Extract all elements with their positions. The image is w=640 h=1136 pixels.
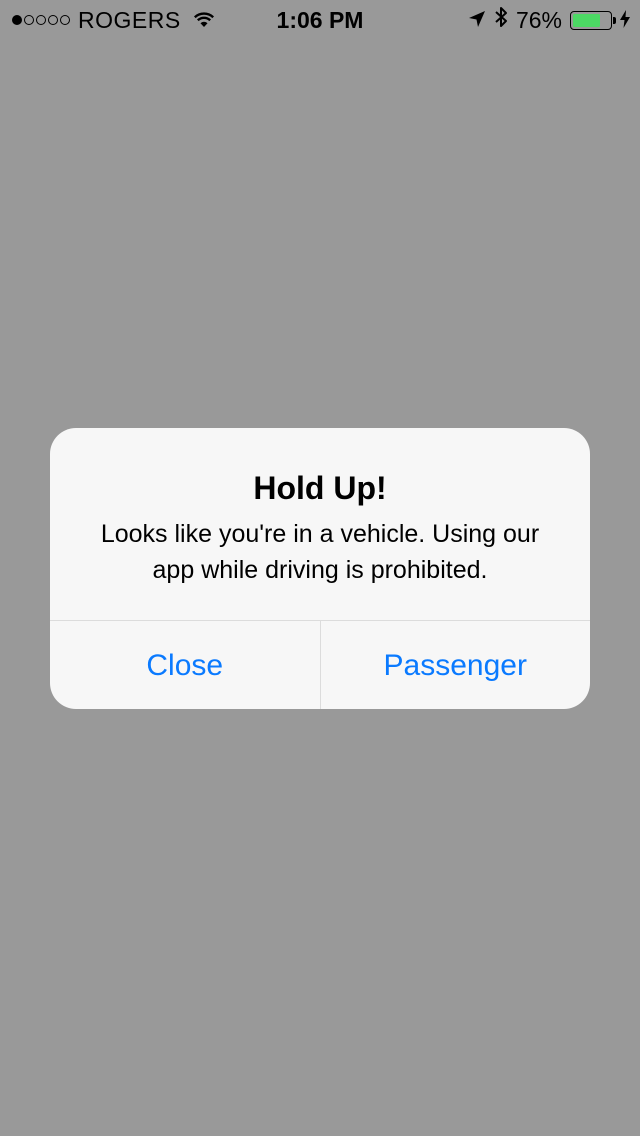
status-bar: ROGERS 1:06 PM 76% [0,0,640,40]
battery-icon [570,10,616,30]
location-arrow-icon [468,7,486,34]
alert-dialog: Hold Up! Looks like you're in a vehicle.… [50,428,590,709]
screen: ROGERS 1:06 PM 76% Hold Up! Looks like y… [0,0,640,1136]
alert-body: Hold Up! Looks like you're in a vehicle.… [50,428,590,619]
alert-title: Hold Up! [253,470,387,506]
status-right: 76% [468,0,630,40]
close-button[interactable]: Close [50,621,320,709]
passenger-button[interactable]: Passenger [319,621,591,709]
battery-percent: 76% [515,6,562,33]
alert-buttons: Close Passenger [50,620,590,709]
charging-bolt-icon [620,7,630,34]
bluetooth-icon [494,6,508,34]
alert-message: Looks like you're in a vehicle. Using ou… [100,520,540,584]
battery-tip [613,16,616,24]
battery-fill [573,13,601,27]
